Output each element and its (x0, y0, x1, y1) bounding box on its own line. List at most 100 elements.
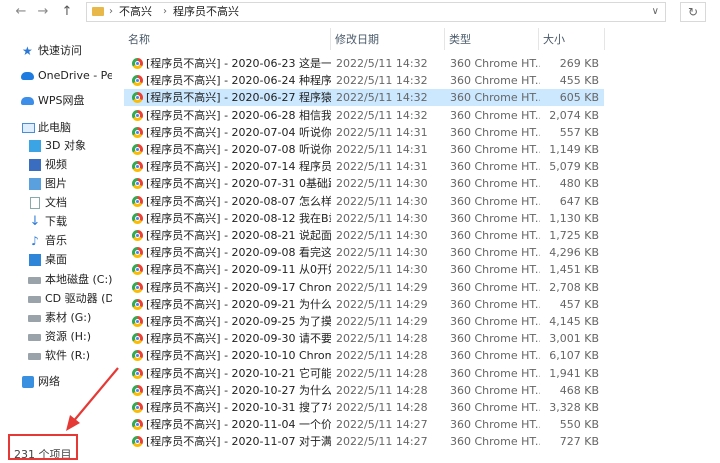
file-row[interactable]: [程序员不高兴] - 2020-10-27 为什么我... 2022/5/11 1… (124, 382, 604, 399)
file-row[interactable]: [程序员不高兴] - 2020-10-31 搜了7年... 2022/5/11 1… (124, 399, 604, 416)
file-name: [程序员不高兴] - 2020-10-27 为什么我... (146, 383, 331, 397)
file-modified-date: 2022/5/11 14:30 (336, 177, 428, 191)
file-modified-date: 2022/5/11 14:29 (336, 280, 428, 294)
column-header-type[interactable]: 类型 (449, 33, 471, 47)
file-name: [程序员不高兴] - 2020-11-04 一个价值... (146, 418, 331, 432)
file-modified-date: 2022/5/11 14:28 (336, 332, 428, 346)
file-type: 360 Chrome HT... (450, 401, 540, 414)
file-name: [程序员不高兴] - 2020-06-27 程序猿必... (146, 91, 331, 105)
file-modified-date: 2022/5/11 14:29 (336, 297, 428, 311)
file-name: [程序员不高兴] - 2020-09-30 请不要面... (146, 332, 331, 346)
chrome-html-file-icon (132, 126, 143, 138)
file-type: 360 Chrome HT... (450, 74, 540, 88)
chrome-html-file-icon (132, 384, 143, 396)
chrome-html-file-icon (132, 436, 143, 448)
chrome-html-file-icon (132, 161, 143, 173)
file-modified-date: 2022/5/11 14:31 (336, 125, 428, 139)
file-size: 1,941 KB (549, 366, 599, 380)
column-header-size[interactable]: 大小 (543, 33, 565, 47)
file-name: [程序员不高兴] - 2020-09-17 Chrome... (146, 280, 331, 294)
file-modified-date: 2022/5/11 14:28 (336, 366, 428, 380)
column-divider[interactable] (330, 28, 331, 50)
file-row[interactable]: [程序员不高兴] - 2020-06-27 程序猿必... 2022/5/11 1… (124, 89, 604, 107)
file-name: [程序员不高兴] - 2020-11-07 对于满天... (146, 435, 331, 449)
file-modified-date: 2022/5/11 14:30 (336, 263, 428, 277)
file-row[interactable]: [程序员不高兴] - 2020-08-21 说起面试... 2022/5/11 1… (124, 227, 604, 244)
file-size: 2,074 KB (549, 108, 599, 122)
file-modified-date: 2022/5/11 14:32 (336, 91, 428, 105)
file-name: [程序员不高兴] - 2020-07-31 0基础跨... (146, 177, 331, 191)
file-size: 6,107 KB (549, 349, 599, 363)
column-divider[interactable] (538, 28, 539, 50)
file-row[interactable]: [程序员不高兴] - 2020-09-21 为什么VS... 2022/5/11 … (124, 296, 604, 313)
file-modified-date: 2022/5/11 14:27 (336, 418, 428, 432)
file-name: [程序员不高兴] - 2020-10-21 它可能是... (146, 366, 331, 380)
file-modified-date: 2022/5/11 14:28 (336, 349, 428, 363)
file-name: [程序员不高兴] - 2020-10-10 Chrome... (146, 349, 331, 363)
file-name: [程序员不高兴] - 2020-06-28 相信我，... (146, 108, 331, 122)
file-row[interactable]: [程序员不高兴] - 2020-11-07 对于满天... 2022/5/11 1… (124, 433, 604, 450)
file-type: 360 Chrome HT... (450, 280, 540, 294)
file-row[interactable]: [程序员不高兴] - 2020-11-04 一个价值... 2022/5/11 1… (124, 416, 604, 433)
file-row[interactable]: [程序员不高兴] - 2020-06-23 这是一切... 2022/5/11 1… (124, 55, 604, 72)
file-size: 1,451 KB (549, 263, 599, 277)
file-size: 727 KB (559, 435, 599, 449)
file-row[interactable]: [程序员不高兴] - 2020-08-12 我在B站... 2022/5/11 1… (124, 210, 604, 227)
file-name: [程序员不高兴] - 2020-06-24 种程序中... (146, 74, 331, 88)
column-header-name[interactable]: 名称 (128, 33, 150, 47)
file-row[interactable]: [程序员不高兴] - 2020-09-25 为了摸鱼... 2022/5/11 1… (124, 313, 604, 330)
file-type: 360 Chrome HT... (450, 366, 540, 380)
file-modified-date: 2022/5/11 14:29 (336, 315, 428, 328)
file-modified-date: 2022/5/11 14:27 (336, 435, 428, 449)
column-divider[interactable] (444, 28, 445, 50)
file-type: 360 Chrome HT... (450, 229, 540, 242)
column-divider[interactable] (604, 28, 605, 50)
file-type: 360 Chrome HT... (450, 349, 540, 363)
file-size: 2,708 KB (549, 280, 599, 294)
chrome-html-file-icon (132, 247, 143, 259)
file-size: 455 KB (559, 74, 599, 88)
file-name: [程序员不高兴] - 2020-07-08 听说你的... (146, 143, 331, 156)
column-header-date[interactable]: 修改日期 (335, 33, 379, 47)
file-size: 4,296 KB (549, 246, 599, 260)
file-type: 360 Chrome HT... (450, 383, 540, 397)
chrome-html-file-icon (132, 264, 143, 276)
chrome-html-file-icon (132, 281, 143, 293)
file-row[interactable]: [程序员不高兴] - 2020-07-14 程序员眼... 2022/5/11 1… (124, 158, 604, 175)
file-name: [程序员不高兴] - 2020-07-04 听说你的... (146, 125, 331, 139)
chrome-html-file-icon (132, 58, 143, 69)
file-row[interactable]: [程序员不高兴] - 2020-06-28 相信我，... 2022/5/11 1… (124, 107, 604, 124)
file-size: 1,725 KB (549, 229, 599, 242)
file-size: 1,149 KB (549, 143, 599, 156)
chrome-html-file-icon (132, 144, 143, 155)
file-size: 1,130 KB (549, 211, 599, 225)
file-row[interactable]: [程序员不高兴] - 2020-10-21 它可能是... 2022/5/11 1… (124, 365, 604, 382)
file-size: 457 KB (559, 297, 599, 311)
chrome-html-file-icon (132, 230, 143, 241)
file-row[interactable]: [程序员不高兴] - 2020-09-30 请不要面... 2022/5/11 1… (124, 330, 604, 347)
file-modified-date: 2022/5/11 14:32 (336, 74, 428, 88)
file-row[interactable]: [程序员不高兴] - 2020-09-17 Chrome... 2022/5/11… (124, 279, 604, 296)
file-size: 468 KB (559, 383, 599, 397)
file-row[interactable]: [程序员不高兴] - 2020-06-24 种程序中... 2022/5/11 1… (124, 72, 604, 89)
file-type: 360 Chrome HT... (450, 263, 540, 277)
chrome-html-file-icon (132, 402, 143, 413)
file-row[interactable]: [程序员不高兴] - 2020-07-04 听说你的... 2022/5/11 1… (124, 124, 604, 141)
file-row[interactable]: [程序员不高兴] - 2020-07-08 听说你的... 2022/5/11 1… (124, 141, 604, 158)
file-type: 360 Chrome HT... (450, 194, 540, 208)
chrome-html-file-icon (132, 350, 143, 362)
file-modified-date: 2022/5/11 14:30 (336, 211, 428, 225)
file-size: 269 KB (559, 57, 599, 70)
file-row[interactable]: [程序员不高兴] - 2020-10-10 Chrome... 2022/5/11… (124, 347, 604, 364)
file-size: 647 KB (559, 194, 599, 208)
file-size: 3,328 KB (549, 401, 599, 414)
file-name: [程序员不高兴] - 2020-06-23 这是一切... (146, 57, 331, 70)
file-type: 360 Chrome HT... (450, 211, 540, 225)
file-row[interactable]: [程序员不高兴] - 2020-08-07 怎么样让... 2022/5/11 1… (124, 193, 604, 210)
file-modified-date: 2022/5/11 14:30 (336, 194, 428, 208)
file-type: 360 Chrome HT... (450, 108, 540, 122)
file-row[interactable]: [程序员不高兴] - 2020-09-08 看完这篇... 2022/5/11 1… (124, 244, 604, 261)
file-row[interactable]: [程序员不高兴] - 2020-07-31 0基础跨... 2022/5/11 1… (124, 175, 604, 192)
file-row[interactable]: [程序员不高兴] - 2020-09-11 从0开始... 2022/5/11 1… (124, 261, 604, 278)
chrome-html-file-icon (132, 195, 143, 207)
